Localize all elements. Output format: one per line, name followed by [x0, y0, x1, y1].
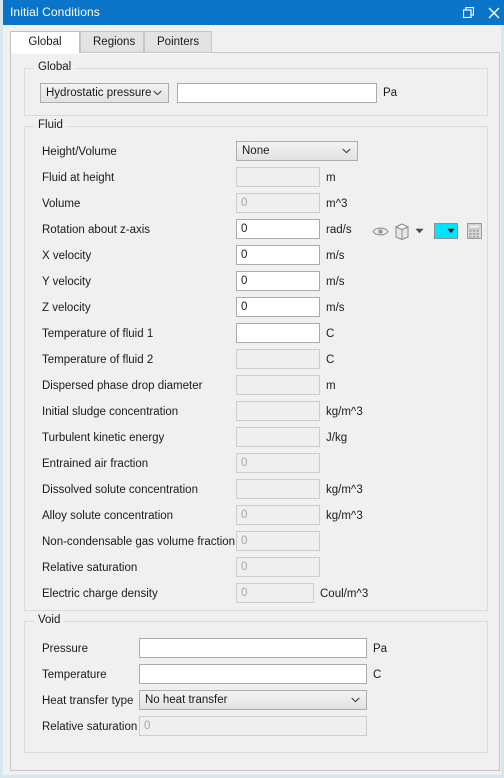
global-type-select[interactable]: Hydrostatic pressure: [40, 83, 169, 103]
void-temperature-input[interactable]: [139, 664, 367, 684]
entrained-air-fraction-label: Entrained air fraction: [42, 458, 149, 470]
void-heat-transfer-type-select[interactable]: No heat transfer: [139, 690, 367, 710]
temperature-of-fluid-1-input[interactable]: [236, 323, 320, 343]
tab-pointers[interactable]: Pointers: [144, 31, 212, 53]
window-controls: [455, 0, 504, 25]
turbulent-kinetic-energy-label: Turbulent kinetic energy: [42, 432, 165, 444]
void-relative-saturation-input: [139, 716, 367, 736]
restore-button[interactable]: [455, 0, 481, 25]
fluid-at-height-label: Fluid at height: [42, 172, 115, 184]
color-swatch[interactable]: [434, 223, 458, 239]
y-velocity-label: Y velocity: [42, 276, 92, 288]
relative-saturation-label: Relative saturation: [42, 562, 138, 574]
temperature-of-fluid-1-unit: C: [326, 328, 335, 340]
grid-icon[interactable]: [465, 220, 483, 242]
dispersed-phase-drop-diameter-input: [236, 375, 320, 395]
global-value-input[interactable]: [177, 83, 377, 103]
fluid-icon-toolbar: [371, 220, 483, 242]
tab-strip: Global Regions Pointers: [10, 31, 500, 53]
x-velocity-input[interactable]: [236, 245, 320, 265]
group-void: Void Pressure Pa Temperature C Heat transfer…: [24, 614, 488, 753]
tab-regions[interactable]: Regions: [80, 31, 144, 53]
turbulent-kinetic-energy-unit: J/kg: [326, 432, 348, 444]
void-heat-transfer-type-label: Heat transfer type: [42, 695, 134, 707]
z-velocity-label: Z velocity: [42, 302, 91, 314]
void-relative-saturation-label: Relative saturation: [42, 721, 138, 733]
temperature-of-fluid-2-input: [236, 349, 320, 369]
electric-charge-density-input: [236, 583, 314, 603]
cube-icon[interactable]: [393, 220, 411, 242]
close-button[interactable]: [481, 0, 504, 25]
tab-global[interactable]: Global: [10, 31, 80, 53]
x-velocity-label: X velocity: [42, 250, 92, 262]
volume-input: [236, 193, 320, 213]
void-temperature-unit: C: [373, 669, 382, 681]
global-value-unit: Pa: [383, 87, 398, 99]
window-title: Initial Conditions: [10, 5, 100, 19]
relative-saturation-input: [236, 557, 320, 577]
group-fluid: Fluid Height/Volume None Fluid at height…: [24, 119, 488, 611]
initial-sludge-concentration-unit: kg/m^3: [326, 406, 363, 418]
group-void-title: Void: [34, 614, 65, 626]
dispersed-phase-drop-diameter-unit: m: [326, 380, 336, 392]
x-velocity-unit: m/s: [326, 250, 345, 262]
height-volume-label: Height/Volume: [42, 146, 117, 158]
void-pressure-input[interactable]: [139, 638, 367, 658]
electric-charge-density-unit: Coul/m^3: [320, 588, 369, 600]
height-volume-select-value: None: [242, 145, 270, 157]
void-pressure-label: Pressure: [42, 643, 89, 655]
dissolved-solute-concentration-input: [236, 479, 320, 499]
void-pressure-unit: Pa: [373, 643, 388, 655]
color-swatch-icon[interactable]: [433, 220, 459, 242]
void-heat-transfer-type-select-value: No heat transfer: [145, 694, 228, 706]
tab-panel-global: Global Hydrostatic pressure Pa Fluid Hei…: [10, 52, 500, 771]
rotation-about-z-axis-label: Rotation about z-axis: [42, 224, 151, 236]
alloy-solute-concentration-unit: kg/m^3: [326, 510, 363, 522]
fluid-at-height-unit: m: [326, 172, 336, 184]
dispersed-phase-drop-diameter-label: Dispersed phase drop diameter: [42, 380, 203, 392]
void-temperature-label: Temperature: [42, 669, 107, 681]
temperature-of-fluid-1-label: Temperature of fluid 1: [42, 328, 154, 340]
turbulent-kinetic-energy-input: [236, 427, 320, 447]
tab-seam: [12, 53, 212, 54]
group-global-title: Global: [34, 61, 76, 73]
fluid-at-height-input: [236, 167, 320, 187]
alloy-solute-concentration-input: [236, 505, 320, 525]
rotation-about-z-axis-input[interactable]: [236, 219, 320, 239]
y-velocity-input[interactable]: [236, 271, 320, 291]
dissolved-solute-concentration-label: Dissolved solute concentration: [42, 484, 198, 496]
z-velocity-unit: m/s: [326, 302, 345, 314]
chevron-down-icon[interactable]: [413, 220, 425, 242]
height-volume-select[interactable]: None: [236, 141, 358, 161]
initial-sludge-concentration-label: Initial sludge concentration: [42, 406, 179, 418]
group-fluid-title: Fluid: [34, 119, 67, 131]
group-global: Global Hydrostatic pressure Pa: [24, 61, 488, 116]
chevron-down-icon: [153, 84, 162, 102]
electric-charge-density-label: Electric charge density: [42, 588, 158, 600]
volume-unit: m^3: [326, 198, 348, 210]
z-velocity-input[interactable]: [236, 297, 320, 317]
initial-sludge-concentration-input: [236, 401, 320, 421]
title-bar: Initial Conditions: [3, 0, 504, 25]
rotation-about-z-axis-unit: rad/s: [326, 224, 352, 236]
entrained-air-fraction-input: [236, 453, 320, 473]
volume-label: Volume: [42, 198, 81, 210]
initial-conditions-window: Initial Conditions Global Regions Pointe…: [0, 0, 504, 778]
non-condensable-gas-volume-fraction-input: [236, 531, 320, 551]
dissolved-solute-concentration-unit: kg/m^3: [326, 484, 363, 496]
non-condensable-gas-volume-fraction-label: Non-condensable gas volume fraction: [42, 536, 236, 548]
chevron-down-icon: [351, 691, 360, 709]
y-velocity-unit: m/s: [326, 276, 345, 288]
alloy-solute-concentration-label: Alloy solute concentration: [42, 510, 174, 522]
chevron-down-icon: [342, 142, 351, 160]
eye-icon[interactable]: [371, 220, 389, 242]
temperature-of-fluid-2-unit: C: [326, 354, 335, 366]
global-type-select-value: Hydrostatic pressure: [46, 87, 152, 99]
temperature-of-fluid-2-label: Temperature of fluid 2: [42, 354, 154, 366]
